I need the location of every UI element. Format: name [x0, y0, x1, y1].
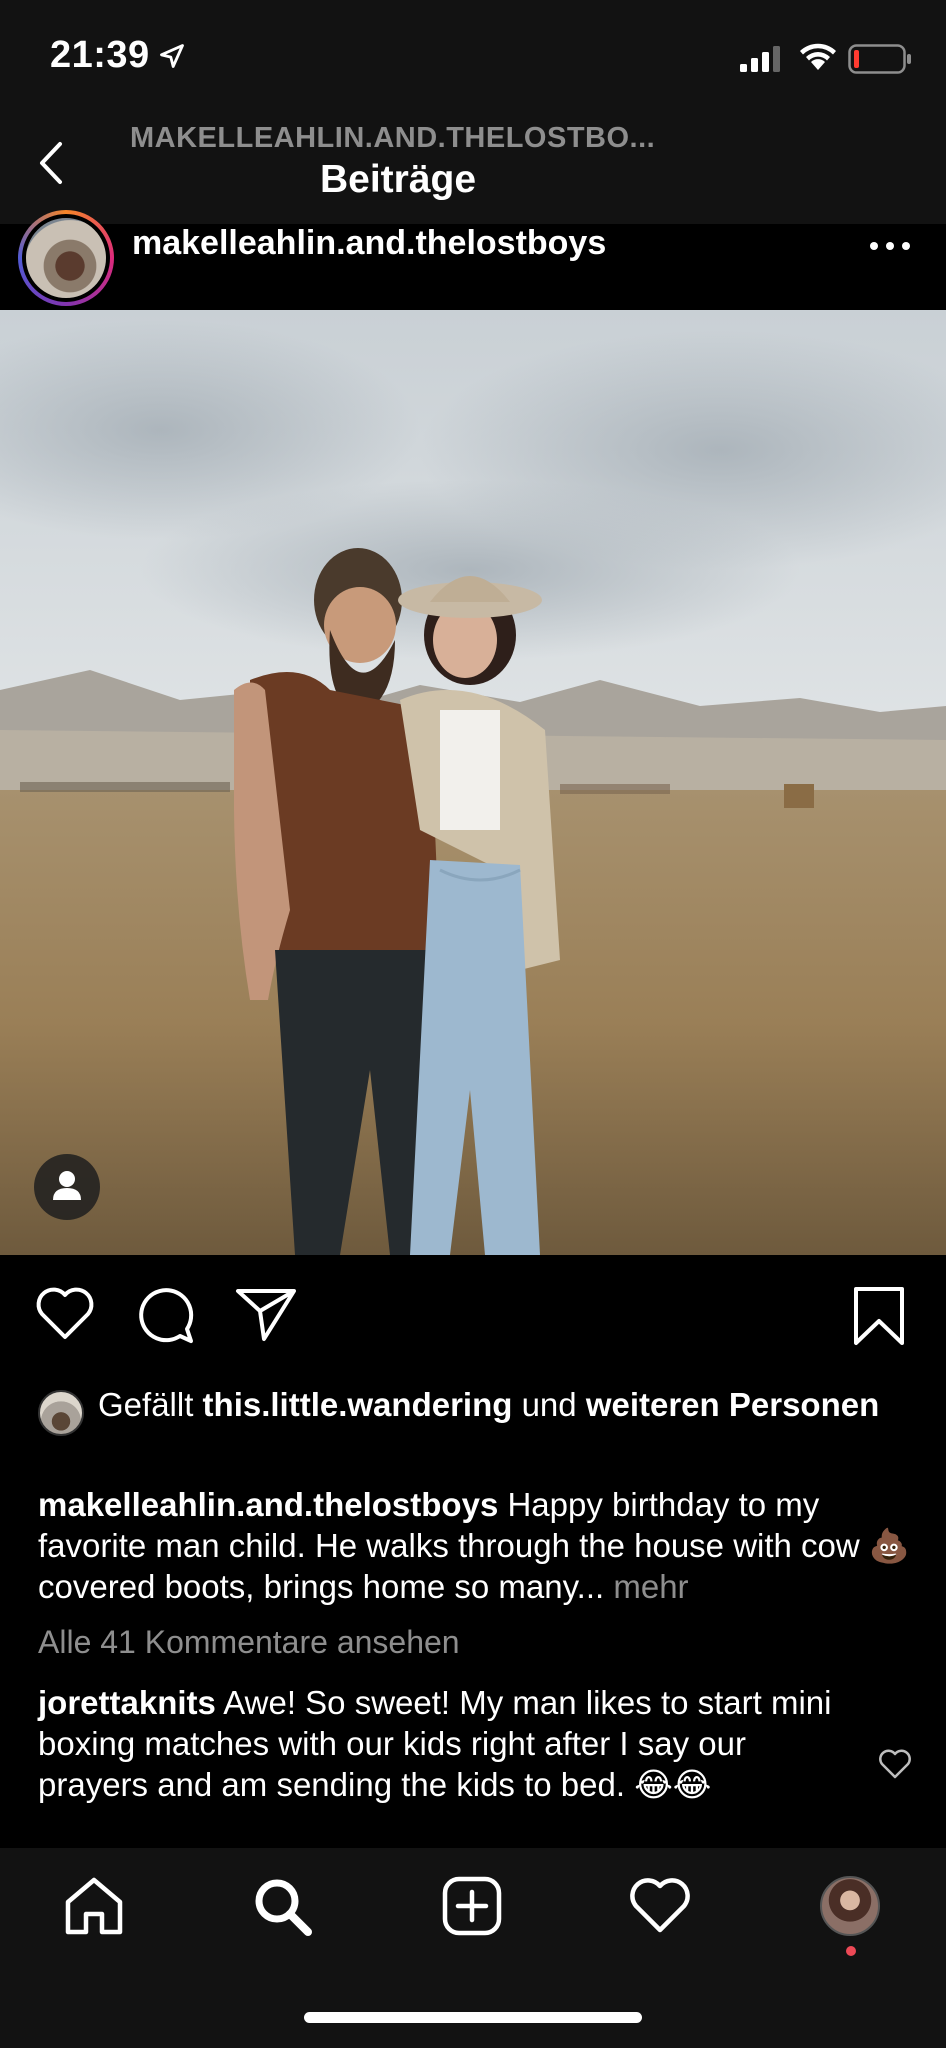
view-all-comments-link[interactable]: Alle 41 Kommentare ansehen — [38, 1624, 460, 1661]
ellipsis-icon[interactable] — [868, 236, 912, 256]
cellular-signal-icon — [740, 46, 780, 72]
heart-icon[interactable] — [628, 1874, 692, 1938]
battery-icon — [848, 44, 911, 74]
status-time: 21:39 — [50, 34, 150, 76]
liker-username[interactable]: this.little.wandering — [203, 1386, 513, 1423]
more-link[interactable]: mehr — [604, 1568, 688, 1605]
nav-header: MAKELLEAHLIN.AND.THELOSTBO... Beiträge — [0, 112, 946, 224]
caption-username[interactable]: makelleahlin.and.thelostboys — [38, 1486, 498, 1523]
comment-heart-icon[interactable] — [878, 1748, 912, 1780]
caption-emoji: 💩 — [868, 1527, 911, 1564]
wifi-icon — [800, 43, 836, 70]
location-arrow-icon — [160, 44, 184, 68]
post-author-avatar[interactable] — [18, 210, 114, 306]
post-username[interactable]: makelleahlin.and.thelostboys — [132, 224, 606, 263]
paper-plane-icon[interactable] — [234, 1285, 298, 1343]
post-actions — [0, 1255, 946, 1375]
liker-avatar[interactable] — [38, 1390, 84, 1436]
notification-dot — [846, 1946, 856, 1956]
tagged-people-button[interactable] — [34, 1154, 100, 1220]
search-icon[interactable] — [250, 1874, 314, 1938]
person-icon — [53, 1171, 81, 1200]
header-subtitle: MAKELLEAHLIN.AND.THELOSTBO... — [130, 122, 656, 154]
likes-text[interactable]: Gefällt this.little.wandering und weiter… — [98, 1384, 918, 1425]
comment-username[interactable]: jorettaknits — [38, 1684, 216, 1721]
home-indicator[interactable] — [304, 2012, 642, 2023]
home-icon[interactable] — [62, 1874, 126, 1938]
comment: jorettaknits Awe! So sweet! My man likes… — [38, 1682, 858, 1805]
plus-square-icon[interactable] — [440, 1874, 504, 1938]
status-bar: 21:39 — [0, 0, 946, 112]
post-header: makelleahlin.and.thelostboys — [0, 210, 946, 310]
caption-text-continued: covered boots, brings home so many... — [38, 1568, 605, 1605]
profile-avatar[interactable] — [820, 1876, 880, 1936]
bookmark-icon[interactable] — [852, 1285, 906, 1347]
post-photo[interactable] — [0, 310, 946, 1255]
post-caption: makelleahlin.and.thelostboys Happy birth… — [38, 1484, 918, 1607]
speech-bubble-icon[interactable] — [136, 1285, 196, 1345]
page-title: Beiträge — [319, 158, 477, 201]
heart-icon[interactable] — [34, 1285, 96, 1341]
likes-others-link[interactable]: weiteren Personen — [586, 1386, 879, 1423]
